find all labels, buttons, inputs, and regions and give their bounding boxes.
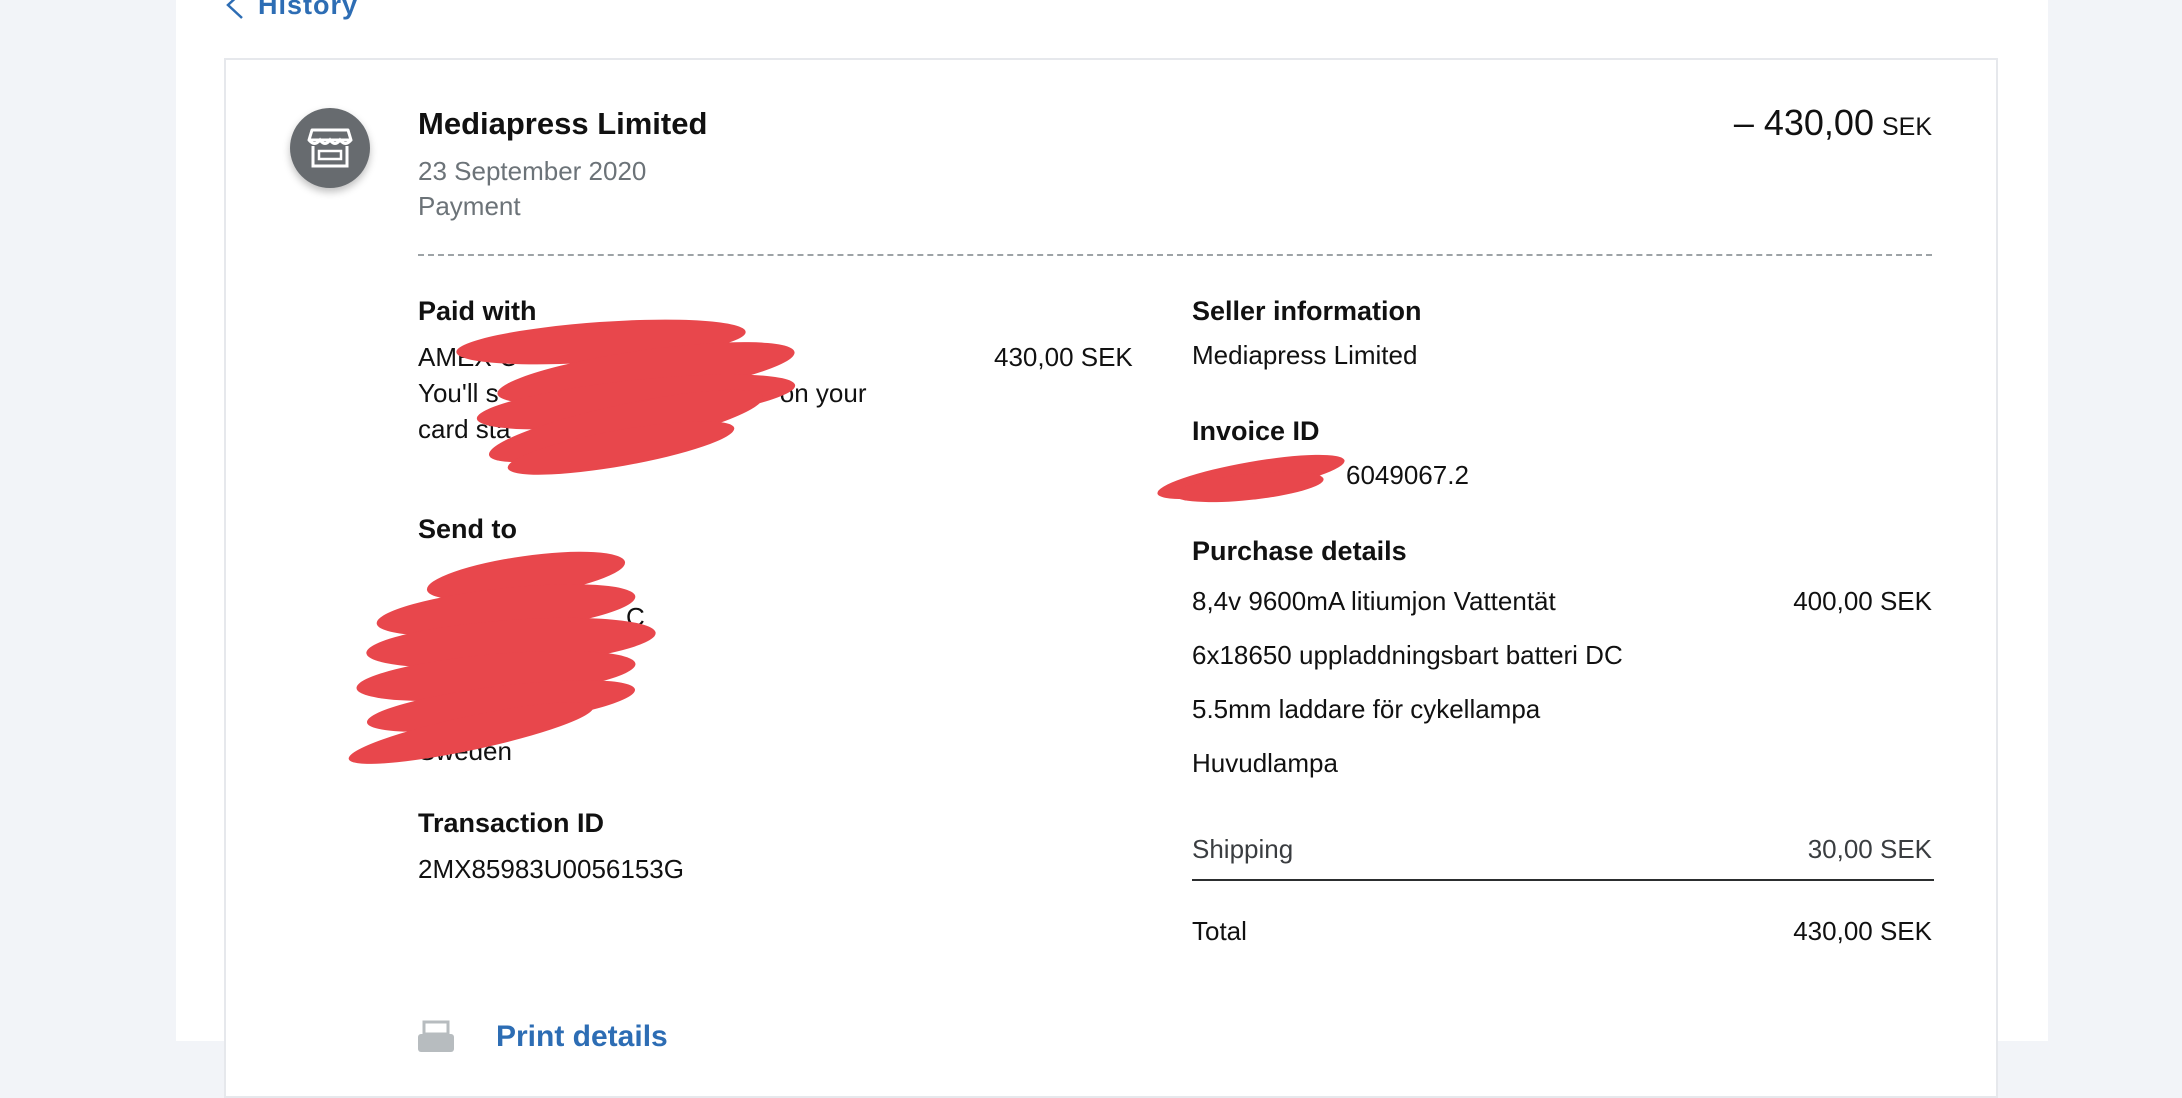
transaction-id-heading: Transaction ID <box>418 808 605 838</box>
shipping-amount: 30,00 SEK <box>1807 834 1932 864</box>
paid-amount: 430,00 SEK <box>994 342 1133 372</box>
back-link-label: History <box>258 0 359 20</box>
transaction-type: Payment <box>418 191 521 221</box>
back-to-history-link[interactable]: History <box>224 0 358 22</box>
page: History Mediapress Limited 23 September … <box>176 0 2048 1098</box>
print-details-link[interactable]: Print details <box>496 1020 668 1054</box>
total-amount: 430,00 SEK <box>1793 916 1932 946</box>
transaction-details-card: Mediapress Limited 23 September 2020 Pay… <box>224 58 1998 1098</box>
total-divider <box>1192 879 1934 881</box>
seller-name: Mediapress Limited <box>1192 340 1418 370</box>
amount-currency: SEK <box>1881 113 1932 141</box>
shipping-label: Shipping <box>1192 834 1294 864</box>
seller-info-heading: Seller information <box>1192 296 1422 326</box>
transaction-id-value: 2MX85983U0056153G <box>418 854 684 884</box>
send-to-heading: Send to <box>418 514 517 544</box>
chevron-left-icon <box>226 0 243 19</box>
amount-value: – 430,00 <box>1733 102 1874 143</box>
invoice-id-value: 6049067.2 <box>1346 460 1469 490</box>
note-line-start: You'll s <box>418 378 499 408</box>
invoice-id-heading: Invoice ID <box>1192 416 1320 446</box>
purchase-item-name: 8,4v 9600mA litiumjon Vattentät <box>1192 586 1556 616</box>
section-divider <box>418 254 1932 256</box>
store-icon <box>307 128 353 168</box>
transaction-amount: – 430,00 SEK <box>1734 102 1932 144</box>
transaction-date: 23 September 2020 <box>418 156 647 186</box>
printer-icon <box>418 1020 454 1052</box>
merchant-avatar <box>290 108 370 188</box>
paid-with-heading: Paid with <box>418 296 537 326</box>
total-label: Total <box>1192 916 1247 946</box>
purchase-item-name: 5.5mm laddare för cykellampa <box>1192 694 1541 724</box>
merchant-name: Mediapress Limited <box>418 106 708 141</box>
purchase-details-heading: Purchase details <box>1192 536 1407 566</box>
purchase-item-name: Huvudlampa <box>1192 748 1338 778</box>
purchase-item-amount: 400,00 SEK <box>1793 586 1932 616</box>
purchase-item-name: 6x18650 uppladdningsbart batteri DC <box>1192 640 1623 670</box>
